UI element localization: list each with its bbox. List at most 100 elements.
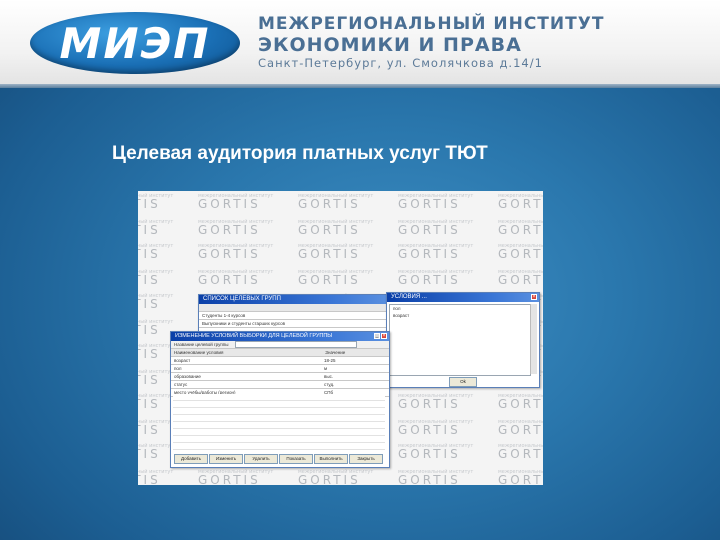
watermark-text: GORTIS xyxy=(298,273,361,287)
target-groups-window: СПИСОК ЦЕЛЕВЫХ ГРУПП Студенты 1-4 курсов… xyxy=(198,294,390,336)
selection-window-controls: _ × xyxy=(374,333,387,339)
condition-value-cell: 18-25 xyxy=(324,358,336,363)
watermark-text: GORTIS xyxy=(198,197,261,211)
watermark-text: GORTIS xyxy=(138,323,161,337)
condition-name-cell: образование xyxy=(174,374,201,379)
gortis-watermark: межрегиональный институтGORTIS xyxy=(398,469,473,485)
target-groups-row[interactable]: Студенты 1-4 курсов xyxy=(199,312,389,320)
gortis-watermark: межрегиональный институтGORTIS xyxy=(498,269,543,287)
target-groups-header-row xyxy=(199,304,389,312)
action-button[interactable]: Показать xyxy=(279,454,313,464)
gortis-watermark: межрегиональный институтGORTIS xyxy=(498,443,543,461)
watermark-text: GORTIS xyxy=(498,197,543,211)
watermark-text: GORTIS xyxy=(498,447,543,461)
conditions-list-item[interactable]: возраст xyxy=(390,312,530,319)
selection-table-empty-area xyxy=(173,394,385,450)
selection-table-row[interactable]: возраст 18-25 xyxy=(171,357,389,365)
watermark-text: GORTIS xyxy=(138,347,161,361)
gortis-watermark: межрегиональный институтGORTIS xyxy=(138,393,173,411)
institute-address: Санкт-Петербург, ул. Смолячкова д.14/1 xyxy=(258,56,543,70)
selection-table-row[interactable]: статус студ. xyxy=(171,381,389,389)
watermark-text: GORTIS xyxy=(398,247,461,261)
gortis-watermark: межрегиональный институтGORTIS xyxy=(138,443,173,461)
watermark-text: GORTIS xyxy=(398,273,461,287)
gortis-watermark: межрегиональный институтGORTIS xyxy=(138,219,173,237)
miep-logo: МИЭП xyxy=(30,12,240,74)
gortis-watermark: межрегиональный институтGORTIS xyxy=(138,343,173,361)
watermark-text: GORTIS xyxy=(138,273,161,287)
close-icon[interactable]: × xyxy=(381,333,387,339)
header-divider xyxy=(0,84,720,88)
gortis-watermark: межрегиональный институтGORTIS xyxy=(298,193,373,211)
selection-table-header: Наименование условия Значение xyxy=(171,349,389,357)
group-name-input[interactable] xyxy=(235,341,358,348)
header-banner: МИЭП МЕЖРЕГИОНАЛЬНЫЙ ИНСТИТУТ ЭКОНОМИКИ … xyxy=(0,0,720,88)
watermark-text: GORTIS xyxy=(138,473,161,485)
gortis-watermark: межрегиональный институтGORTIS xyxy=(498,193,543,211)
gortis-watermark: межрегиональный институтGORTIS xyxy=(298,269,373,287)
condition-name-cell: пол xyxy=(174,366,182,371)
close-icon[interactable]: × xyxy=(531,294,537,300)
gortis-watermark: межрегиональный институтGORTIS xyxy=(138,469,173,485)
gortis-watermark: межрегиональный институтGORTIS xyxy=(398,443,473,461)
gortis-watermark: межрегиональный институтGORTIS xyxy=(138,293,173,311)
watermark-text: GORTIS xyxy=(498,273,543,287)
action-button[interactable]: Изменить xyxy=(209,454,243,464)
watermark-text: GORTIS xyxy=(398,447,461,461)
watermark-text: GORTIS xyxy=(198,473,261,485)
gortis-watermark: межрегиональный институтGORTIS xyxy=(198,469,273,485)
selection-window-title: ИЗМЕНЕНИЕ УСЛОВИЙ ВЫБОРКИ ДЛЯ ЦЕЛЕВОЙ ГР… xyxy=(171,332,389,341)
condition-value-cell: выс. xyxy=(324,374,334,379)
action-button[interactable]: Выполнить xyxy=(314,454,348,464)
gortis-watermark: межрегиональный институтGORTIS xyxy=(198,269,273,287)
action-button[interactable]: Добавить xyxy=(174,454,208,464)
watermark-text: GORTIS xyxy=(398,397,461,411)
selection-table-row[interactable]: образование выс. xyxy=(171,373,389,381)
gortis-watermark: межрегиональный институтGORTIS xyxy=(298,469,373,485)
gortis-watermark: межрегиональный институтGORTIS xyxy=(138,369,173,387)
gortis-watermark: межрегиональный институтGORTIS xyxy=(398,393,473,411)
gortis-watermark: межрегиональный институтGORTIS xyxy=(138,319,173,337)
action-button[interactable]: Удалить xyxy=(244,454,278,464)
watermark-text: GORTIS xyxy=(298,197,361,211)
selection-table-row[interactable]: пол м xyxy=(171,365,389,373)
conditions-list-item[interactable]: пол xyxy=(390,305,530,312)
watermark-text: GORTIS xyxy=(398,197,461,211)
watermark-text: GORTIS xyxy=(198,223,261,237)
conditions-window: УСЛОВИЯ ... × пол возраст Ok xyxy=(386,292,540,388)
gortis-watermark: межрегиональный институтGORTIS xyxy=(298,219,373,237)
conditions-list[interactable]: пол возраст xyxy=(389,304,531,376)
logo-text: МИЭП xyxy=(59,18,211,68)
gortis-watermark: межрегиональный институтGORTIS xyxy=(298,243,373,261)
embedded-screenshot: межрегиональный институтGORTIS межрегиона… xyxy=(138,191,543,485)
condition-value-cell: м xyxy=(324,366,328,371)
gortis-watermark: межрегиональный институтGORTIS xyxy=(498,393,543,411)
gortis-watermark: межрегиональный институтGORTIS xyxy=(398,193,473,211)
gortis-watermark: межрегиональный институтGORTIS xyxy=(398,419,473,437)
ok-button[interactable]: Ok xyxy=(449,377,477,387)
group-name-label: Название целевой группы xyxy=(174,342,229,347)
gortis-watermark: межрегиональный институтGORTIS xyxy=(498,469,543,485)
watermark-text: GORTIS xyxy=(498,223,543,237)
watermark-text: GORTIS xyxy=(138,197,161,211)
institute-name-line2: ЭКОНОМИКИ И ПРАВА xyxy=(258,34,522,56)
institute-name-line1: МЕЖРЕГИОНАЛЬНЫЙ ИНСТИТУТ xyxy=(258,14,605,34)
target-groups-row[interactable]: Выпускники и студенты старших курсов xyxy=(199,320,389,328)
gortis-watermark: межрегиональный институтGORTIS xyxy=(138,419,173,437)
minimize-icon[interactable]: _ xyxy=(374,333,380,339)
watermark-text: GORTIS xyxy=(498,247,543,261)
conditions-scrollbar[interactable] xyxy=(530,304,537,374)
gortis-watermark: межрегиональный институтGORTIS xyxy=(138,243,173,261)
gortis-watermark: межрегиональный институтGORTIS xyxy=(198,219,273,237)
gortis-watermark: межрегиональный институтGORTIS xyxy=(398,219,473,237)
watermark-text: GORTIS xyxy=(138,447,161,461)
column-header-value: Значение xyxy=(325,350,346,355)
watermark-text: GORTIS xyxy=(138,223,161,237)
action-button[interactable]: Закрыть xyxy=(349,454,383,464)
watermark-text: GORTIS xyxy=(398,423,461,437)
watermark-text: GORTIS xyxy=(138,247,161,261)
watermark-text: GORTIS xyxy=(498,423,543,437)
watermark-text: GORTIS xyxy=(138,297,161,311)
conditions-window-title: УСЛОВИЯ ... xyxy=(387,293,539,302)
watermark-text: GORTIS xyxy=(198,273,261,287)
